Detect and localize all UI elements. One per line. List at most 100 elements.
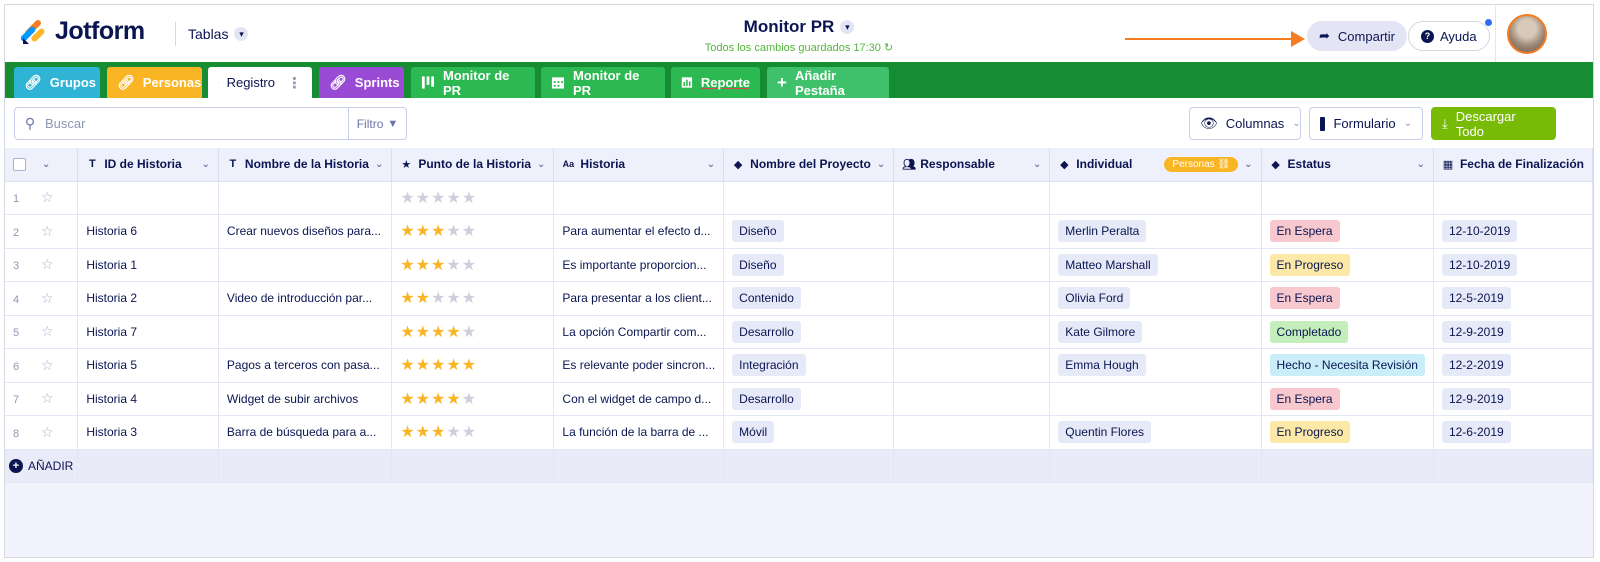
cell-status[interactable]: En Espera	[1261, 382, 1434, 416]
cell-status[interactable]	[1261, 181, 1434, 215]
cell-id[interactable]: Historia 5	[77, 348, 219, 383]
cell-name[interactable]: Barra de búsqueda para a...	[218, 415, 393, 450]
rating-star-icon[interactable]: ★	[446, 424, 461, 441]
share-button[interactable]: ➦ Compartir	[1307, 21, 1407, 51]
chevron-down-icon[interactable]: ⌄	[1417, 159, 1425, 170]
rating-star-icon[interactable]: ★	[431, 424, 446, 441]
cell-name[interactable]: Video de introducción par...	[218, 281, 393, 316]
rating-star-icon[interactable]: ★	[416, 324, 431, 341]
table-row[interactable]: 5 ☆ Historia 7 ★★★★★ La opción Compartir com…	[5, 315, 1593, 349]
tab-registro[interactable]: Registro ⋮	[208, 67, 312, 98]
cell-story[interactable]: La opción Compartir com...	[553, 315, 725, 349]
column-header[interactable]: ◆ Individual Personas ⛓︎ ⌄	[1049, 148, 1262, 182]
chevron-down-icon[interactable]: ⌄	[375, 159, 383, 170]
cell-owner[interactable]	[893, 248, 1051, 282]
rating-star-icon[interactable]: ★	[462, 223, 477, 240]
tab-personas[interactable]: 🔗︎ Personas	[107, 67, 202, 98]
rating-star-icon[interactable]: ★	[416, 223, 431, 240]
cell-date[interactable]: 12-6-2019	[1433, 415, 1593, 450]
row-number-cell[interactable]: 8 ☆	[5, 415, 79, 450]
cell-rating[interactable]: ★★★★★	[391, 214, 555, 249]
rating-star-icon[interactable]: ★	[462, 257, 477, 274]
favorite-star-icon[interactable]: ☆	[41, 290, 54, 306]
cell-story[interactable]	[553, 181, 725, 215]
cell-rating[interactable]: ★★★★★	[391, 248, 555, 282]
rating-star-icon[interactable]: ★	[400, 223, 415, 240]
chevron-down-icon[interactable]: ⌄	[1244, 159, 1252, 170]
tab-monitor-pr-1[interactable]: Monitor de PR	[411, 67, 535, 98]
rating-star-icon[interactable]: ★	[400, 357, 415, 374]
cell-project[interactable]: Diseño	[723, 248, 895, 282]
rating-star-icon[interactable]: ★	[400, 391, 415, 408]
cell-project[interactable]	[723, 181, 895, 215]
rating-star-icon[interactable]: ★	[416, 391, 431, 408]
add-tab-button[interactable]: + Añadir Pestaña	[767, 67, 889, 98]
cell-project[interactable]: Desarrollo	[723, 315, 895, 349]
cell-owner[interactable]	[893, 281, 1051, 316]
rating-star-icon[interactable]: ★	[400, 424, 415, 441]
rating-star-icon[interactable]: ★	[416, 424, 431, 441]
select-all-checkbox[interactable]	[13, 157, 26, 171]
cell-status[interactable]: En Espera	[1261, 214, 1434, 249]
row-number-cell[interactable]: 2 ☆	[5, 214, 79, 249]
cell-id[interactable]	[77, 181, 219, 215]
cell-story[interactable]: Para presentar a los client...	[553, 281, 725, 316]
chevron-down-icon[interactable]: ⌄	[537, 159, 545, 170]
cell-rating[interactable]: ★★★★★	[391, 315, 555, 349]
rating-star-icon[interactable]: ★	[416, 290, 431, 307]
cell-date[interactable]: 12-9-2019	[1433, 382, 1593, 416]
cell-story[interactable]: Es relevante poder sincron...	[553, 348, 725, 383]
avatar[interactable]	[1507, 14, 1547, 54]
rating-star-icon[interactable]: ★	[462, 357, 477, 374]
rating-star-icon[interactable]: ★	[462, 324, 477, 341]
cell-project[interactable]: Contenido	[723, 281, 895, 316]
tab-grupos[interactable]: 🔗︎ Grupos	[14, 67, 100, 98]
rating-star-icon[interactable]: ★	[416, 257, 431, 274]
cell-status[interactable]: Hecho - Necesita Revisión	[1261, 348, 1434, 383]
row-number-cell[interactable]: 6 ☆	[5, 348, 79, 383]
rating-star-icon[interactable]: ★	[431, 391, 446, 408]
cell-name[interactable]: Crear nuevos diseños para...	[218, 214, 393, 249]
rating-star-icon[interactable]: ★	[431, 324, 446, 341]
cell-id[interactable]: Historia 6	[77, 214, 219, 249]
rating-star-icon[interactable]: ★	[416, 357, 431, 374]
cell-date[interactable]: 12-9-2019	[1433, 315, 1593, 349]
rating-star-icon[interactable]: ★	[431, 257, 446, 274]
column-header[interactable]: ◆ Nombre del Proyecto ⌄	[723, 148, 895, 182]
favorite-star-icon[interactable]: ☆	[41, 424, 54, 440]
favorite-star-icon[interactable]: ☆	[41, 323, 54, 339]
cell-status[interactable]: En Progreso	[1261, 248, 1434, 282]
rating-star-icon[interactable]: ★	[462, 391, 477, 408]
row-number-cell[interactable]: 4 ☆	[5, 281, 79, 316]
row-number-cell[interactable]: 1 ☆	[5, 181, 79, 215]
favorite-star-icon[interactable]: ☆	[41, 357, 54, 373]
column-header[interactable]: ◆ Estatus ⌄	[1261, 148, 1434, 182]
rating-star-icon[interactable]: ★	[446, 324, 461, 341]
cell-story[interactable]: Es importante proporcion...	[553, 248, 725, 282]
cell-id[interactable]: Historia 3	[77, 415, 219, 450]
cell-project[interactable]: Desarrollo	[723, 382, 895, 416]
table-row[interactable]: 4 ☆ Historia 2 Video de introducción par...…	[5, 281, 1593, 316]
table-row[interactable]: 8 ☆ Historia 3 Barra de búsqueda para a... ★…	[5, 415, 1593, 450]
favorite-star-icon[interactable]: ☆	[41, 256, 54, 272]
cell-owner[interactable]	[893, 415, 1051, 450]
column-header[interactable]: T Nombre de la Historia ⌄	[218, 148, 393, 182]
cell-id[interactable]: Historia 4	[77, 382, 219, 416]
cell-individual[interactable]: Kate Gilmore	[1049, 315, 1262, 349]
rating-star-icon[interactable]: ★	[462, 424, 477, 441]
row-number-cell[interactable]: 3 ☆	[5, 248, 79, 282]
cell-status[interactable]: En Espera	[1261, 281, 1434, 316]
rating-star-icon[interactable]: ★	[446, 391, 461, 408]
rating-star-icon[interactable]: ★	[431, 223, 446, 240]
rating-star-icon[interactable]: ★	[431, 357, 446, 374]
cell-individual[interactable]	[1049, 382, 1262, 416]
cell-individual[interactable]: Quentin Flores	[1049, 415, 1262, 450]
download-all-button[interactable]: ⤓ Descargar Todo	[1431, 107, 1556, 140]
cell-story[interactable]: Para aumentar el efecto d...	[553, 214, 725, 249]
table-row[interactable]: 1 ☆ ★★★★★	[5, 181, 1593, 215]
linked-table-badge[interactable]: Personas ⛓︎	[1164, 156, 1239, 172]
cell-name[interactable]: Widget de subir archivos	[218, 382, 393, 416]
cell-individual[interactable]: Merlin Peralta	[1049, 214, 1262, 249]
cell-name[interactable]: Pagos a terceros con pasa...	[218, 348, 393, 383]
cell-individual[interactable]: Emma Hough	[1049, 348, 1262, 383]
